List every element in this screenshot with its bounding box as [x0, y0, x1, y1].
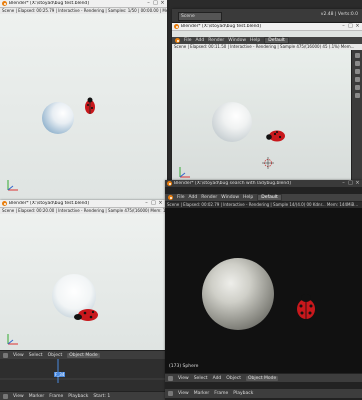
version-info: v2.48 | Verts:0.0: [320, 12, 358, 17]
tool-icon[interactable]: [354, 69, 360, 74]
blender-window-top-right: Blender* [X:\stoyad\bug test.blend] – □ × …: [172, 23, 362, 183]
ladybug[interactable]: [68, 306, 102, 324]
axis-gizmo-icon: [7, 180, 18, 191]
layout-selector[interactable]: Default: [264, 37, 289, 44]
menu-object[interactable]: Object: [48, 353, 63, 358]
timeline-ruler: [0, 359, 165, 383]
title-bar: Blender* [X:\stoyad\bug test.blend] – □ ×: [0, 200, 165, 208]
sphere[interactable]: [212, 102, 252, 142]
viewport[interactable]: (173) Sphere: [165, 208, 362, 373]
menu-view[interactable]: View: [178, 391, 189, 396]
timeline-header: View Marker Frame Playback Start: 1: [0, 391, 165, 400]
minimize-icon[interactable]: –: [144, 201, 149, 206]
window-title: Blender* [X:\stoyad\bug test.blend]: [9, 201, 90, 206]
menu-add[interactable]: Add: [196, 38, 205, 43]
blender-menu-icon[interactable]: [175, 38, 180, 43]
tool-icon[interactable]: [354, 85, 360, 90]
current-frame-label[interactable]: F_34: [54, 372, 66, 377]
editor-type-icon[interactable]: [168, 375, 173, 381]
menu-file[interactable]: File: [184, 38, 192, 43]
minimize-icon[interactable]: –: [341, 24, 346, 29]
viewport[interactable]: [0, 14, 167, 200]
menu-view[interactable]: View: [13, 394, 24, 399]
timeline[interactable]: F_34: [0, 359, 165, 391]
tool-icon[interactable]: [354, 77, 360, 82]
window-title: Blender* [X:\stoyad\bug test.blend]: [9, 1, 90, 6]
menu-frame[interactable]: Frame: [214, 391, 228, 396]
blender-window-top-left: Blender* [X:\stoyad\bug test.blend] – □ × …: [0, 0, 167, 200]
menu-select[interactable]: Select: [29, 353, 43, 358]
layout-selector[interactable]: Default: [257, 194, 282, 201]
mode-selector[interactable]: Object Mode: [67, 352, 100, 358]
menu-marker[interactable]: Marker: [194, 391, 210, 396]
axis-gizmo-icon: [7, 334, 18, 345]
minimize-icon[interactable]: –: [341, 181, 346, 186]
maximize-icon[interactable]: □: [348, 181, 353, 186]
tool-sidebar: [351, 50, 362, 183]
menu-object[interactable]: Object: [226, 376, 241, 381]
viewport-header: View Select Object Object Mode: [0, 350, 165, 359]
axis-gizmo-icon: [179, 167, 190, 178]
scene-selector[interactable]: Scene: [178, 12, 222, 21]
menu-add[interactable]: Add: [189, 195, 198, 200]
ladybug[interactable]: [293, 292, 319, 322]
menu-view[interactable]: View: [178, 376, 189, 381]
start-frame-field[interactable]: Start: 1: [93, 394, 110, 399]
menu-help[interactable]: Help: [250, 38, 260, 43]
close-icon[interactable]: ×: [160, 1, 165, 6]
mode-selector[interactable]: Object Mode: [245, 375, 279, 381]
menu-frame[interactable]: Frame: [49, 394, 63, 399]
menu-help[interactable]: Help: [243, 195, 253, 200]
title-bar: Blender* [X:\stoyad\bug test.blend] – □ ×: [0, 0, 167, 8]
viewport[interactable]: [0, 214, 165, 350]
maximize-icon[interactable]: □: [153, 1, 158, 6]
sphere[interactable]: [42, 102, 74, 134]
blender-menu-icon[interactable]: [168, 195, 173, 200]
ladybug[interactable]: [265, 128, 289, 144]
viewport[interactable]: [172, 50, 352, 183]
editor-type-icon[interactable]: [168, 391, 173, 396]
blender-window-bottom-right: Blender* [X:\stoyad\bug search with lady…: [165, 180, 362, 400]
active-object-label: (173) Sphere: [169, 364, 199, 369]
3d-cursor-icon[interactable]: [262, 157, 274, 169]
tool-icon[interactable]: [354, 93, 360, 98]
sphere[interactable]: [202, 258, 274, 330]
tool-icon[interactable]: [354, 53, 360, 58]
menu-render[interactable]: Render: [201, 195, 217, 200]
close-icon[interactable]: ×: [355, 181, 360, 186]
window-title: Blender* [X:\stoyad\bug search with lady…: [174, 181, 291, 186]
menu-window[interactable]: Window: [221, 195, 239, 200]
blender-logo-icon: [167, 181, 172, 186]
menu-select[interactable]: Select: [194, 376, 208, 381]
maximize-icon[interactable]: □: [348, 24, 353, 29]
viewport-header: View Select Add Object Object Mode: [165, 373, 362, 382]
menu-view[interactable]: View: [13, 353, 24, 358]
maximize-icon[interactable]: □: [151, 201, 156, 206]
close-icon[interactable]: ×: [158, 201, 163, 206]
minimize-icon[interactable]: –: [146, 1, 151, 6]
title-bar: Blender* [X:\stoyad\bug search with lady…: [165, 180, 362, 188]
menu-file[interactable]: File: [177, 195, 185, 200]
blender-window-bottom-left: Blender* [X:\stoyad\bug test.blend] – □ × …: [0, 200, 165, 400]
editor-type-icon[interactable]: [3, 352, 8, 358]
blender-logo-icon: [174, 24, 179, 29]
title-bar: Blender* [X:\stoyad\bug test.blend] – □ ×: [172, 23, 362, 31]
menu-bar: File Add Render Window Help Default: [172, 37, 362, 44]
menu-playback[interactable]: Playback: [233, 391, 253, 396]
ladybug[interactable]: [82, 96, 98, 116]
menu-render[interactable]: Render: [208, 38, 224, 43]
blender-logo-icon: [2, 1, 7, 6]
blender-logo-icon: [2, 201, 7, 206]
close-icon[interactable]: ×: [355, 24, 360, 29]
tool-icon[interactable]: [354, 61, 360, 66]
menu-add[interactable]: Add: [213, 376, 222, 381]
scene-topbar-window: Scene v2.48 | Verts:0.0: [172, 9, 362, 22]
menu-window[interactable]: Window: [228, 38, 246, 43]
timeline-header: View Marker Frame Playback: [165, 388, 362, 398]
window-title: Blender* [X:\stoyad\bug test.blend]: [181, 24, 262, 29]
menu-bar: File Add Render Window Help Default: [165, 194, 362, 201]
menu-playback[interactable]: Playback: [68, 394, 88, 399]
menu-marker[interactable]: Marker: [29, 394, 45, 399]
editor-type-icon[interactable]: [3, 394, 8, 399]
